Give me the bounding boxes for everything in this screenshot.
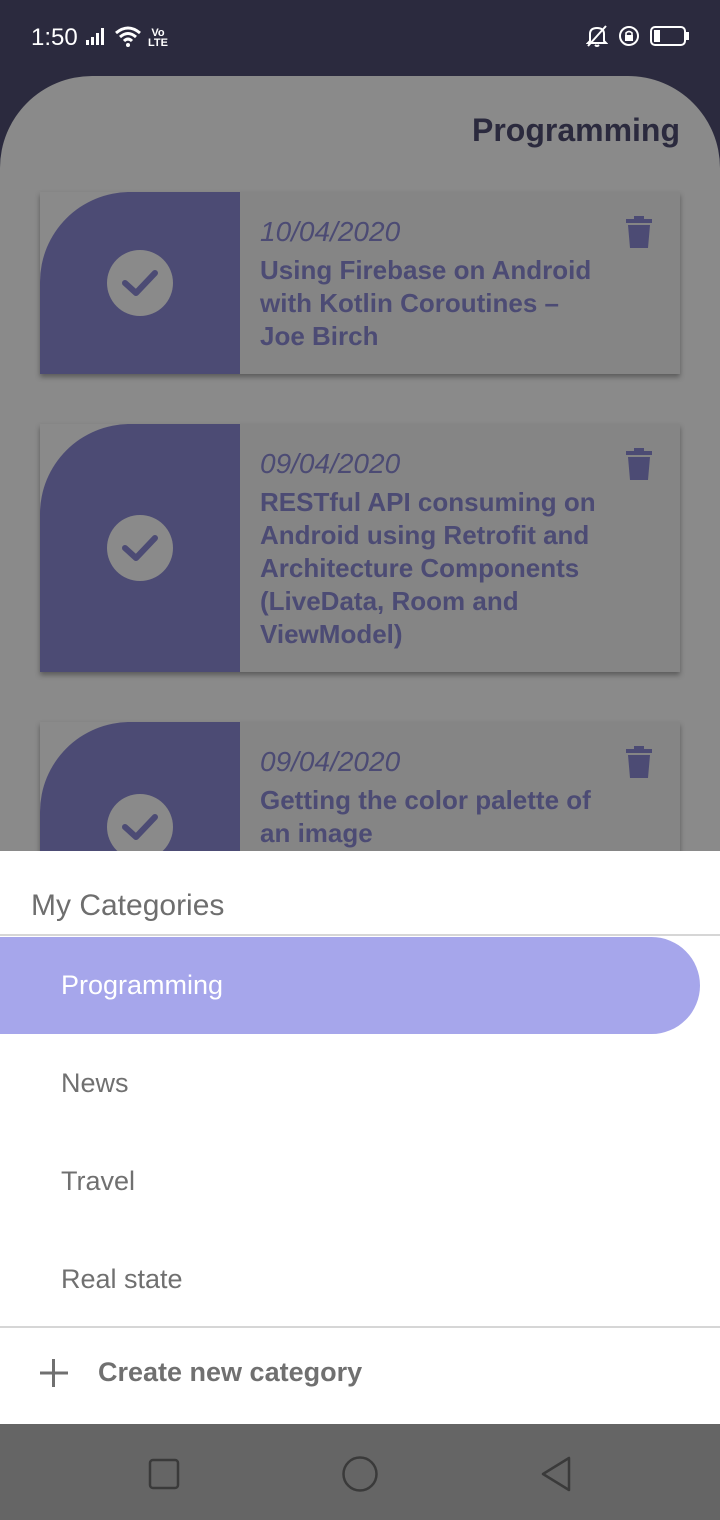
- check-icon: [107, 794, 173, 856]
- rotation-lock-icon: [618, 25, 640, 52]
- article-card[interactable]: 10/04/2020 Using Firebase on Android wit…: [40, 192, 680, 374]
- drawer-item-label: News: [61, 1068, 129, 1098]
- battery-icon: [650, 25, 690, 52]
- back-triangle-icon[interactable]: [536, 1454, 576, 1494]
- card-body: 09/04/2020 Getting the color palette of …: [240, 722, 680, 856]
- drawer-item-label: Travel: [61, 1166, 136, 1196]
- drawer-item-real-state[interactable]: Real state: [0, 1231, 700, 1328]
- status-icons-right: [585, 24, 690, 53]
- wifi-icon: [114, 25, 142, 52]
- trash-icon[interactable]: [626, 216, 652, 253]
- card-date: 09/04/2020: [260, 448, 401, 479]
- card-date: 10/04/2020: [260, 216, 401, 247]
- card-check-area[interactable]: [40, 424, 240, 672]
- drawer-item-news[interactable]: News: [0, 1035, 700, 1132]
- drawer-header: My Categories: [31, 889, 225, 922]
- card-title: Getting the color palette of an image: [260, 785, 591, 848]
- drawer-item-programming[interactable]: Programming: [0, 937, 700, 1034]
- drawer-item-travel[interactable]: Travel: [0, 1133, 700, 1230]
- drawer-item-label: Real state: [61, 1264, 183, 1294]
- status-bar: 1:50 Vo LTE: [0, 0, 720, 76]
- create-category-label: Create new category: [98, 1357, 363, 1387]
- recents-square-icon[interactable]: [144, 1454, 184, 1494]
- article-card[interactable]: 09/04/2020 Getting the color palette of …: [40, 722, 680, 856]
- create-category-button[interactable]: Create new category: [0, 1329, 720, 1419]
- card-title: RESTful API consuming on Android using R…: [260, 487, 596, 649]
- article-card[interactable]: 09/04/2020 RESTful API consuming on Andr…: [40, 424, 680, 672]
- divider: [0, 934, 720, 936]
- check-icon: [107, 250, 173, 316]
- card-body: 09/04/2020 RESTful API consuming on Andr…: [240, 424, 680, 672]
- home-circle-icon[interactable]: [340, 1454, 380, 1494]
- volte-bottom: LTE: [148, 37, 168, 49]
- trash-icon[interactable]: [626, 448, 652, 485]
- plus-icon: [38, 1357, 70, 1389]
- signal-icon: [86, 27, 108, 50]
- status-icons-left: Vo LTE: [86, 24, 168, 52]
- card-title: Using Firebase on Android with Kotlin Co…: [260, 255, 592, 351]
- card-check-area[interactable]: [40, 192, 240, 374]
- check-icon: [107, 515, 173, 581]
- card-body: 10/04/2020 Using Firebase on Android wit…: [240, 192, 680, 374]
- mute-bell-icon: [585, 24, 609, 53]
- system-nav-bar: [0, 1424, 720, 1520]
- divider: [0, 1326, 720, 1328]
- card-check-area[interactable]: [40, 722, 240, 856]
- card-date: 09/04/2020: [260, 746, 401, 777]
- main-content: Programming 10/04/2020 Using Firebase on…: [0, 76, 720, 856]
- page-title: Programming: [471, 112, 680, 148]
- volte-icon: Vo LTE: [148, 28, 168, 49]
- trash-icon[interactable]: [626, 746, 652, 783]
- status-time: 1:50: [31, 24, 78, 51]
- drawer-item-label: Programming: [61, 970, 224, 1000]
- categories-drawer: My Categories Programming News Travel Re…: [0, 851, 720, 1424]
